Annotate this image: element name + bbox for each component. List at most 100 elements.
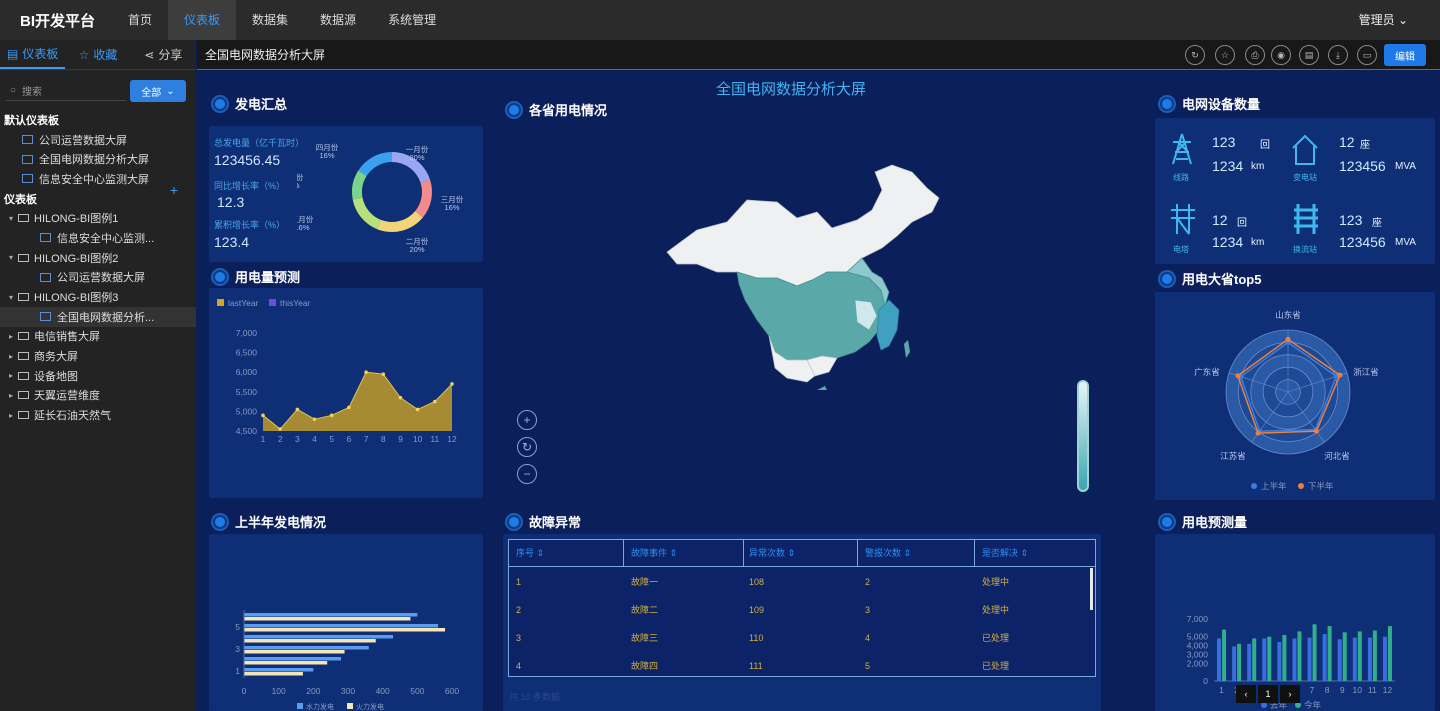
tab-share[interactable]: ⋖ 分享 bbox=[131, 40, 196, 69]
folder-icon bbox=[18, 214, 29, 223]
nav-dashboard[interactable]: 仪表板 bbox=[168, 0, 237, 40]
section-half-year: 上半年发电情况 bbox=[213, 512, 326, 531]
document-icon[interactable]: ▤ bbox=[1299, 45, 1319, 65]
x-tick-label: 300 bbox=[341, 686, 355, 696]
nav-system[interactable]: 系统管理 bbox=[372, 0, 452, 40]
nav-home[interactable]: 首页 bbox=[112, 0, 168, 40]
zoom-in-icon[interactable]: + bbox=[517, 410, 537, 430]
caret-right-icon[interactable]: ▸ bbox=[4, 411, 18, 420]
tree-dashboard-item[interactable]: 信息安全中心监测... bbox=[0, 228, 196, 248]
bar-water bbox=[244, 657, 342, 661]
section-generation-summary: 发电汇总 bbox=[213, 94, 287, 113]
sort-icon: ⇕ bbox=[903, 548, 912, 558]
nav-dataset[interactable]: 数据集 bbox=[236, 0, 304, 40]
edit-button[interactable]: 编辑 bbox=[1384, 44, 1426, 66]
nav-datasource[interactable]: 数据源 bbox=[304, 0, 372, 40]
tree-dashboard-item[interactable]: 全国电网数据分析... bbox=[0, 306, 196, 327]
star-icon[interactable]: ☆ bbox=[1215, 45, 1235, 65]
radar-point bbox=[1255, 430, 1261, 436]
tree-dashboard-item[interactable]: 公司运营数据大屏 bbox=[0, 268, 196, 288]
tree-dashboard-item[interactable]: 信息安全中心监测大屏 bbox=[0, 169, 196, 189]
refresh-icon[interactable]: ↻ bbox=[1185, 45, 1205, 65]
user-menu[interactable]: 管理员 ⌄ bbox=[1359, 0, 1408, 40]
legend-swatch bbox=[269, 299, 276, 306]
sidebar-tabs: ▤ 仪表板 ☆ 收藏 ⋖ 分享 bbox=[0, 40, 196, 70]
preview-eye-icon[interactable]: ◉ bbox=[1271, 45, 1291, 65]
caret-down-icon[interactable]: ▾ bbox=[4, 214, 18, 223]
tree-label: 全国电网数据分析... bbox=[57, 311, 155, 324]
tree-folder[interactable]: ▸ 天翼运营维度 bbox=[0, 386, 196, 406]
prev-page-icon[interactable]: ‹ bbox=[1236, 685, 1256, 703]
chart-icon bbox=[22, 174, 33, 184]
map-region-hainan bbox=[817, 386, 827, 390]
section-dot-icon bbox=[213, 269, 227, 284]
bar-last-year bbox=[1277, 642, 1282, 681]
tab-dashboards[interactable]: ▤ 仪表板 bbox=[0, 40, 66, 69]
document-icon: ▤ bbox=[6, 46, 19, 61]
x-tick-label: 400 bbox=[376, 686, 390, 696]
section-usage-forecast: 用电量预测 bbox=[213, 267, 300, 286]
kpi-yoy-value: 12.3 bbox=[217, 194, 245, 210]
table-header[interactable]: 是否解决 ⇕ bbox=[982, 540, 1028, 566]
tree-folder[interactable]: ▸ 设备地图 bbox=[0, 366, 196, 386]
section-dot-icon bbox=[507, 514, 521, 529]
caret-down-icon[interactable]: ▾ bbox=[4, 293, 18, 302]
tree-folder[interactable]: ▾ HILONG-BI图例1 bbox=[0, 208, 196, 228]
section-title: 故障异常 bbox=[529, 515, 582, 530]
section-title: 用电大省top5 bbox=[1182, 272, 1262, 287]
y-tick-label: 4,000 bbox=[1187, 641, 1209, 651]
bar-last-year bbox=[1307, 637, 1312, 681]
table-header[interactable]: 序号 ⇕ bbox=[516, 540, 544, 566]
data-point bbox=[278, 427, 282, 431]
next-page-icon[interactable]: › bbox=[1280, 685, 1300, 703]
tree-dashboard-item[interactable]: 公司运营数据大屏 bbox=[0, 130, 196, 150]
caret-right-icon[interactable]: ▸ bbox=[4, 352, 18, 361]
bar-thermal bbox=[244, 650, 345, 654]
kpi-yoy-label: 同比增长率（%） bbox=[214, 181, 286, 191]
table-cell: 处理中 bbox=[982, 605, 1010, 615]
tree-folder[interactable]: ▾ HILONG-BI图例3 bbox=[0, 287, 196, 307]
map-visual-range-slider[interactable] bbox=[1077, 380, 1089, 492]
add-dashboard-icon[interactable]: + bbox=[170, 182, 178, 198]
bar-thermal bbox=[244, 661, 328, 665]
table-cell: 故障四 bbox=[631, 661, 659, 671]
table-scrollbar[interactable] bbox=[1090, 568, 1093, 610]
table-header-label: 警报次数 bbox=[865, 548, 902, 558]
x-tick-label: 10 bbox=[1353, 685, 1363, 695]
pie-slice bbox=[352, 197, 381, 230]
radar-indicator-label: 浙江省 bbox=[1353, 367, 1379, 377]
caret-right-icon[interactable]: ▸ bbox=[4, 371, 18, 380]
y-tick-label: 5 bbox=[235, 622, 240, 632]
reset-map-icon[interactable]: ↻ bbox=[517, 437, 537, 457]
device-value: 1234 bbox=[1212, 234, 1244, 250]
tree-folder[interactable]: ▸ 商务大屏 bbox=[0, 346, 196, 366]
download-icon[interactable]: ⤓ bbox=[1328, 45, 1348, 65]
caret-right-icon[interactable]: ▸ bbox=[4, 332, 18, 341]
tree-label: HILONG-BI图例1 bbox=[34, 213, 119, 226]
y-tick-label: 4,500 bbox=[236, 426, 258, 436]
caret-right-icon[interactable]: ▸ bbox=[4, 391, 18, 400]
export-icon[interactable]: ⎙ bbox=[1245, 45, 1265, 65]
data-point bbox=[364, 370, 368, 374]
table-header[interactable]: 故障事件 ⇕ bbox=[631, 540, 677, 566]
tree-folder[interactable]: ▾ HILONG-BI图例2 bbox=[0, 248, 196, 268]
zoom-out-icon[interactable]: − bbox=[517, 464, 537, 484]
table-header[interactable]: 异常次数 ⇕ bbox=[749, 540, 795, 566]
section-province-usage: 各省用电情况 bbox=[507, 100, 607, 119]
device-value: 123456 bbox=[1339, 158, 1386, 174]
tree-folder[interactable]: ▸ 延长石油天然气 bbox=[0, 405, 196, 425]
folder-icon[interactable]: ▭ bbox=[1357, 45, 1377, 65]
search-placeholder: 搜索 bbox=[22, 87, 43, 98]
filter-all-button[interactable]: 全部 ⌄ bbox=[130, 80, 186, 102]
table-header[interactable]: 警报次数 ⇕ bbox=[865, 540, 911, 566]
bar-last-year bbox=[1337, 639, 1342, 681]
search-input[interactable]: ○ 搜索 bbox=[6, 81, 126, 101]
page-number[interactable]: 1 bbox=[1258, 685, 1278, 703]
tree-label: 信息安全中心监测... bbox=[57, 232, 155, 245]
tree-dashboard-item[interactable]: 全国电网数据分析大屏 bbox=[0, 149, 196, 169]
table-header-label: 是否解决 bbox=[982, 548, 1019, 558]
caret-down-icon[interactable]: ▾ bbox=[4, 253, 18, 262]
tab-favorites[interactable]: ☆ 收藏 bbox=[65, 40, 130, 69]
y-tick-label: 6,500 bbox=[236, 348, 258, 358]
tree-folder[interactable]: ▸ 电信销售大屏 bbox=[0, 327, 196, 347]
